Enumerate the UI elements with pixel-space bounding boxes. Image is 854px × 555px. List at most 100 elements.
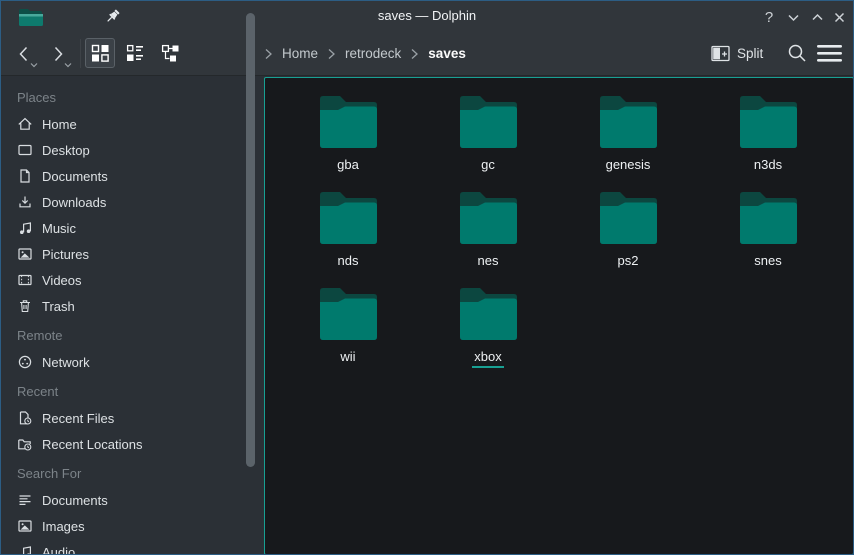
chevron-down-icon	[787, 11, 800, 24]
sidebar-item-home[interactable]: Home	[1, 111, 264, 137]
hamburger-icon	[817, 45, 842, 62]
folder-label: snes	[752, 253, 783, 272]
folder-icon	[600, 96, 657, 148]
breadcrumb-item-home[interactable]: Home	[282, 46, 318, 61]
folder-label: gc	[479, 157, 497, 176]
sidebar-item-search-documents[interactable]: Documents	[1, 487, 264, 513]
desktop-icon	[17, 142, 33, 158]
sidebar-item-label: Documents	[42, 169, 108, 184]
folder-item-genesis[interactable]: genesis	[558, 88, 698, 184]
tree-view-button[interactable]	[155, 38, 185, 68]
folder-icon	[460, 192, 517, 244]
folder-item-wii[interactable]: wii	[278, 280, 418, 376]
sidebar-item-label: Recent Locations	[42, 437, 142, 452]
tree-view-icon	[161, 44, 180, 63]
window-title: saves — Dolphin	[1, 1, 853, 31]
close-button[interactable]	[831, 9, 847, 25]
breadcrumb-item-retrodeck[interactable]: retrodeck	[345, 46, 401, 61]
split-button[interactable]: Split	[711, 38, 763, 68]
chevron-down-icon	[64, 62, 72, 68]
folder-label: gba	[335, 157, 361, 176]
chevron-down-icon	[30, 62, 38, 68]
chevron-right-icon	[49, 45, 67, 63]
breadcrumb-item-saves[interactable]: saves	[428, 46, 466, 61]
close-icon	[833, 11, 846, 24]
forward-button[interactable]	[43, 39, 73, 69]
folder-item-ps2[interactable]: ps2	[558, 184, 698, 280]
sidebar-item-recent-files[interactable]: Recent Files	[1, 405, 264, 431]
sidebar-item-videos[interactable]: Videos	[1, 267, 264, 293]
folder-label: nds	[336, 253, 361, 272]
sidebar-item-label: Trash	[42, 299, 75, 314]
dolphin-window: saves — Dolphin ?	[0, 0, 854, 555]
network-globe-icon	[17, 354, 33, 370]
back-button[interactable]	[9, 39, 39, 69]
sidebar-item-trash[interactable]: Trash	[1, 293, 264, 319]
sidebar-item-label: Downloads	[42, 195, 106, 210]
toolbar-separator	[80, 39, 81, 68]
sidebar-item-label: Documents	[42, 493, 108, 508]
chevron-left-icon	[15, 45, 33, 63]
details-view-icon	[126, 44, 144, 62]
help-button[interactable]: ?	[761, 9, 777, 25]
folder-label: genesis	[604, 157, 653, 176]
folder-icon	[460, 96, 517, 148]
folder-label: n3ds	[752, 157, 784, 176]
sidebar-item-label: Audio	[42, 545, 75, 555]
split-view-icon	[711, 45, 730, 62]
sidebar-item-network[interactable]: Network	[1, 349, 264, 375]
sidebar-item-label: Recent Files	[42, 411, 114, 426]
sidebar-item-recent-locations[interactable]: Recent Locations	[1, 431, 264, 457]
sidebar-item-downloads[interactable]: Downloads	[1, 189, 264, 215]
sidebar-item-music[interactable]: Music	[1, 215, 264, 241]
hamburger-menu-button[interactable]	[817, 45, 842, 62]
sidebar-item-search-images[interactable]: Images	[1, 513, 264, 539]
music-note-icon	[17, 220, 33, 236]
sidebar-section-recent: Recent	[1, 379, 264, 405]
folder-item-nes[interactable]: nes	[418, 184, 558, 280]
folder-label: xbox	[472, 349, 503, 368]
chevron-right-icon	[410, 48, 419, 60]
sidebar-item-pictures[interactable]: Pictures	[1, 241, 264, 267]
film-icon	[17, 272, 33, 288]
icons-view-button[interactable]	[85, 38, 115, 68]
folder-label: wii	[338, 349, 357, 368]
sidebar-item-label: Network	[42, 355, 90, 370]
search-button[interactable]	[786, 42, 808, 64]
folder-view[interactable]: gba gc genesis	[264, 77, 854, 555]
sidebar-section-search-for: Search For	[1, 461, 264, 487]
sidebar-item-label: Desktop	[42, 143, 90, 158]
image-icon	[17, 518, 33, 534]
recent-files-icon	[17, 410, 33, 426]
folder-item-gc[interactable]: gc	[418, 88, 558, 184]
chevron-right-icon	[327, 48, 336, 60]
text-lines-icon	[17, 492, 33, 508]
titlebar[interactable]: saves — Dolphin ?	[1, 1, 853, 31]
folder-item-snes[interactable]: snes	[698, 184, 838, 280]
folder-icon	[320, 192, 377, 244]
sidebar-item-desktop[interactable]: Desktop	[1, 137, 264, 163]
sidebar-scrollbar[interactable]	[246, 13, 255, 467]
sidebar-item-label: Music	[42, 221, 76, 236]
sidebar-item-label: Videos	[42, 273, 82, 288]
breadcrumb: Home retrodeck saves	[264, 31, 466, 76]
search-icon	[786, 42, 808, 64]
folder-item-nds[interactable]: nds	[278, 184, 418, 280]
toolbar: Home retrodeck saves Split	[1, 31, 853, 76]
chevron-up-icon	[811, 11, 824, 24]
chevron-right-icon	[264, 48, 273, 60]
folder-icon	[740, 192, 797, 244]
sidebar-section-remote: Remote	[1, 323, 264, 349]
folder-item-xbox[interactable]: xbox	[418, 280, 558, 376]
sidebar-item-documents[interactable]: Documents	[1, 163, 264, 189]
home-icon	[17, 116, 33, 132]
minimize-button[interactable]	[785, 9, 801, 25]
folder-grid: gba gc genesis	[278, 88, 838, 376]
details-view-button[interactable]	[120, 38, 150, 68]
icons-view-icon	[91, 44, 109, 62]
folder-item-n3ds[interactable]: n3ds	[698, 88, 838, 184]
folder-item-gba[interactable]: gba	[278, 88, 418, 184]
maximize-button[interactable]	[809, 9, 825, 25]
folder-label: ps2	[616, 253, 641, 272]
sidebar-item-search-audio[interactable]: Audio	[1, 539, 264, 555]
